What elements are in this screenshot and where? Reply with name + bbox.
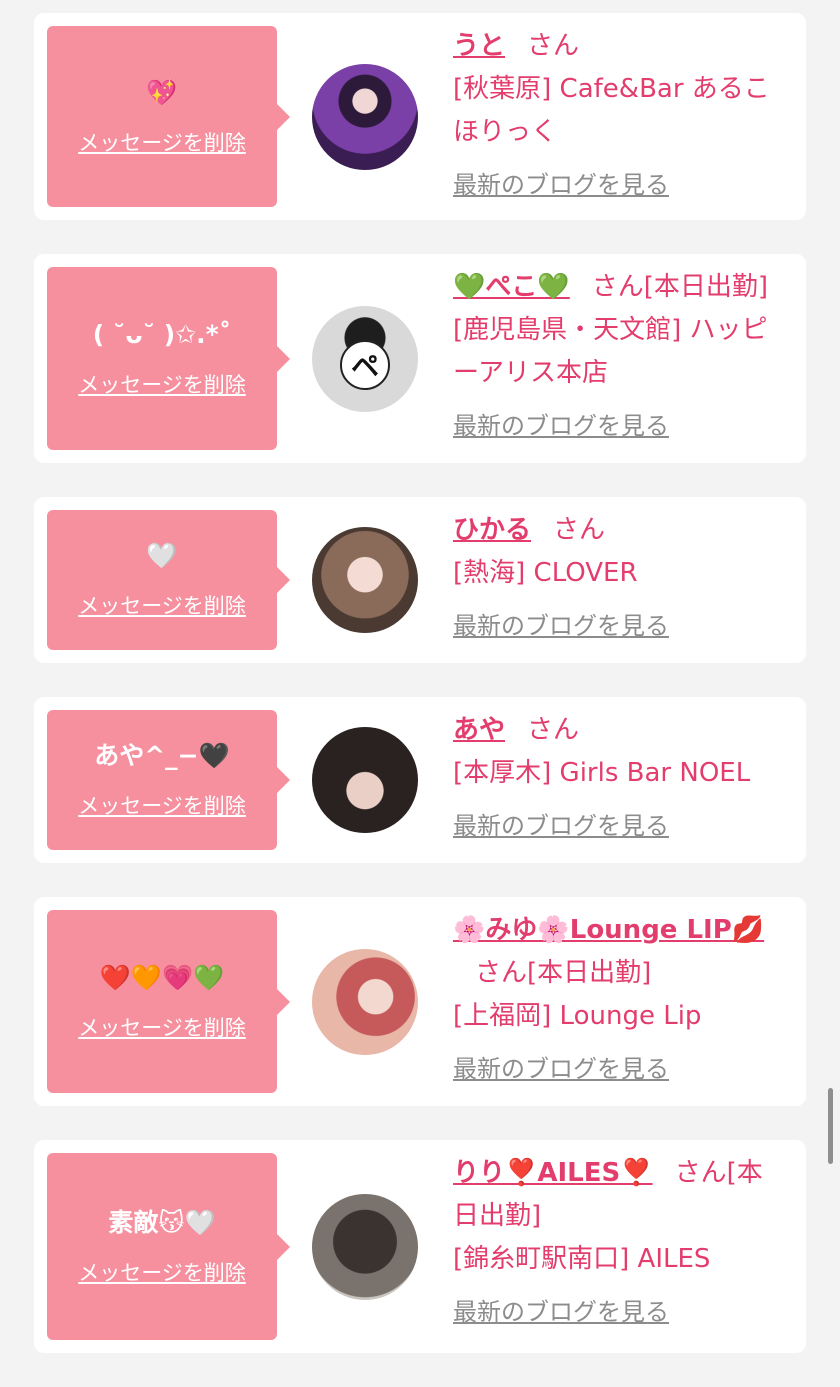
honorific: さん xyxy=(553,515,606,545)
message-card-list: 💖 メッセージを削除 うと さん [秋葉原] Cafe&Bar あるこほりっく 最… xyxy=(34,13,806,1387)
store-label: [秋葉原] Cafe&Bar あるこほりっく xyxy=(453,74,770,147)
message-text: ❤️🧡💗💚 xyxy=(99,962,225,992)
honorific: さん xyxy=(591,272,644,302)
message-text: 🤍 xyxy=(146,541,178,570)
avatar[interactable] xyxy=(312,727,418,833)
avatar[interactable]: ペ xyxy=(312,305,418,412)
message-text: 💖 xyxy=(146,77,178,107)
name-line: ひかる さん xyxy=(453,509,784,552)
honorific: さん xyxy=(527,715,580,745)
honorific: さん xyxy=(527,31,580,61)
profile-info: うと さん [秋葉原] Cafe&Bar あるこほりっく 最新のブログを見る xyxy=(453,25,784,207)
latest-blog-link[interactable]: 最新のブログを見る xyxy=(453,1291,669,1334)
cast-name-link[interactable]: あや xyxy=(453,715,505,745)
store-label: [鹿児島県・天文館] ハッピーアリス本店 xyxy=(453,315,768,388)
message-bubble: 🤍 メッセージを削除 xyxy=(47,510,290,650)
latest-blog-link[interactable]: 最新のブログを見る xyxy=(453,405,669,448)
delete-message-link[interactable]: メッセージを削除 xyxy=(78,1257,246,1287)
latest-blog-link[interactable]: 最新のブログを見る xyxy=(453,805,669,848)
message-card: あや^_−🖤 メッセージを削除 あや さん [本厚木] Girls Bar NOE… xyxy=(34,697,806,863)
profile-info: 💚ぺこ💚 さん[本日出勤] [鹿児島県・天文館] ハッピーアリス本店 最新のブログ… xyxy=(453,266,784,448)
cast-name-link[interactable]: 💚ぺこ💚 xyxy=(453,272,570,302)
store-label: [熱海] CLOVER xyxy=(453,558,638,588)
message-card: 💖 メッセージを削除 うと さん [秋葉原] Cafe&Bar あるこほりっく 最… xyxy=(34,13,806,220)
name-line: 🌸みゆ🌸Lounge LIP💋 さん[本日出勤] xyxy=(453,909,784,995)
name-line: 💚ぺこ💚 さん[本日出勤] xyxy=(453,266,784,309)
message-bubble: 💖 メッセージを削除 xyxy=(47,26,290,207)
name-line: りり❣️AILES❣️ さん[本日出勤] xyxy=(453,1152,784,1238)
store-label: [本厚木] Girls Bar NOEL xyxy=(453,758,751,788)
message-text: 素敵😽🤍 xyxy=(108,1207,216,1237)
delete-message-link[interactable]: メッセージを削除 xyxy=(78,590,246,620)
message-card: ❤️🧡💗💚 メッセージを削除 🌸みゆ🌸Lounge LIP💋 さん[本日出勤] [… xyxy=(34,897,806,1106)
name-line: うと さん xyxy=(453,25,784,68)
store-label: [上福岡] Lounge Lip xyxy=(453,1001,702,1031)
message-bubble: ( ˘ᴗ˘ )✩.*˚ メッセージを削除 xyxy=(47,267,290,450)
message-card: ( ˘ᴗ˘ )✩.*˚ メッセージを削除 ペ 💚ぺこ💚 さん[本日出勤] [鹿児島… xyxy=(34,254,806,463)
message-card: 🤍 メッセージを削除 ひかる さん [熱海] CLOVER 最新のブログを見る xyxy=(34,497,806,663)
avatar[interactable] xyxy=(312,527,418,633)
latest-blog-link[interactable]: 最新のブログを見る xyxy=(453,1048,669,1091)
cast-name-link[interactable]: 🌸みゆ🌸Lounge LIP💋 xyxy=(453,915,764,945)
message-bubble: あや^_−🖤 メッセージを削除 xyxy=(47,710,290,850)
honorific: さん xyxy=(475,958,528,988)
profile-info: 🌸みゆ🌸Lounge LIP💋 さん[本日出勤] [上福岡] Lounge Lip… xyxy=(453,909,784,1091)
status-label: [本日出勤] xyxy=(527,958,652,988)
delete-message-link[interactable]: メッセージを削除 xyxy=(78,790,246,820)
avatar[interactable] xyxy=(312,1193,418,1300)
profile-info: ひかる さん [熱海] CLOVER 最新のブログを見る xyxy=(453,509,784,648)
delete-message-link[interactable]: メッセージを削除 xyxy=(78,127,246,157)
name-line: あや さん xyxy=(453,709,784,752)
delete-message-link[interactable]: メッセージを削除 xyxy=(78,369,246,399)
message-bubble: 素敵😽🤍 メッセージを削除 xyxy=(47,1153,290,1340)
scrollbar[interactable] xyxy=(828,1088,833,1164)
profile-info: あや さん [本厚木] Girls Bar NOEL 最新のブログを見る xyxy=(453,709,784,848)
avatar[interactable] xyxy=(312,63,418,170)
message-text: あや^_−🖤 xyxy=(94,741,230,770)
cast-name-link[interactable]: うと xyxy=(453,31,505,61)
profile-info: りり❣️AILES❣️ さん[本日出勤] [錦糸町駅南口] AILES 最新のブロ… xyxy=(453,1152,784,1334)
delete-message-link[interactable]: メッセージを削除 xyxy=(78,1012,246,1042)
latest-blog-link[interactable]: 最新のブログを見る xyxy=(453,605,669,648)
honorific: さん xyxy=(674,1158,727,1188)
message-card: 素敵😽🤍 メッセージを削除 りり❣️AILES❣️ さん[本日出勤] [錦糸町駅南… xyxy=(34,1140,806,1353)
message-text: ( ˘ᴗ˘ )✩.*˚ xyxy=(92,319,232,349)
avatar-sticker: ペ xyxy=(340,339,390,390)
avatar[interactable] xyxy=(312,948,418,1055)
cast-name-link[interactable]: ひかる xyxy=(453,515,531,545)
cast-name-link[interactable]: りり❣️AILES❣️ xyxy=(453,1158,653,1188)
message-bubble: ❤️🧡💗💚 メッセージを削除 xyxy=(47,910,290,1093)
latest-blog-link[interactable]: 最新のブログを見る xyxy=(453,164,669,207)
store-label: [錦糸町駅南口] AILES xyxy=(453,1244,711,1274)
status-label: [本日出勤] xyxy=(643,272,769,302)
